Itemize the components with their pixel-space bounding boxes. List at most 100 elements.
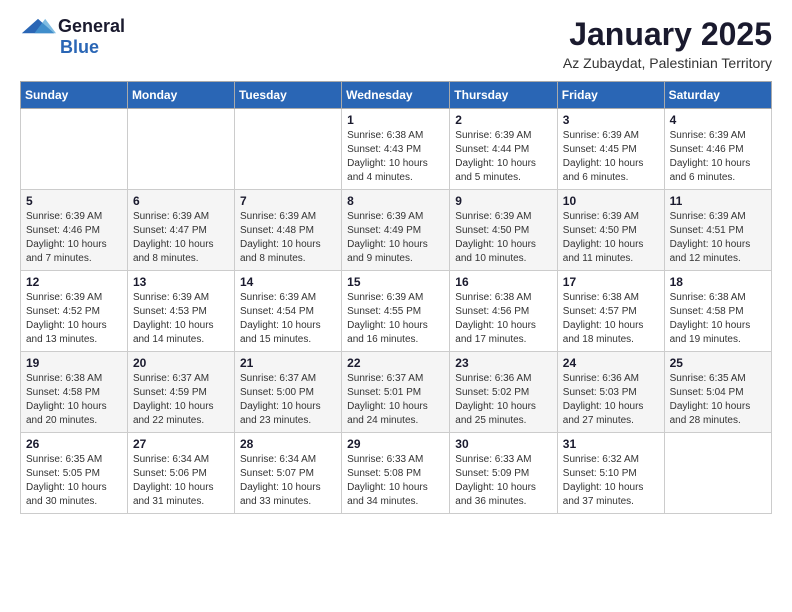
calendar-cell [234,109,341,190]
calendar-cell [127,109,234,190]
cell-info: Sunrise: 6:39 AMSunset: 4:49 PMDaylight:… [347,210,444,266]
calendar-cell: 25Sunrise: 6:35 AMSunset: 5:04 PMDayligh… [664,352,771,433]
cell-info: Sunrise: 6:34 AMSunset: 5:06 PMDaylight:… [133,453,229,509]
calendar-cell: 18Sunrise: 6:38 AMSunset: 4:58 PMDayligh… [664,271,771,352]
cell-info: Sunrise: 6:33 AMSunset: 5:09 PMDaylight:… [455,453,552,509]
calendar-cell: 8 Sunrise: 6:39 AMSunset: 4:49 PMDaylight… [342,190,450,271]
calendar-cell: 10 Sunrise: 6:39 AMSunset: 4:50 PMDayligh… [557,190,664,271]
logo-icon [20,17,56,37]
calendar-cell: 24 Sunrise: 6:36 AMSunset: 5:03 PMDayligh… [557,352,664,433]
cell-date: 14 [240,275,336,289]
cell-info: Sunrise: 6:39 AMSunset: 4:45 PMDaylight:… [563,129,659,185]
cell-date: 9 [455,194,552,208]
calendar-cell: 14 Sunrise: 6:39 AMSunset: 4:54 PMDayligh… [234,271,341,352]
cell-info: Sunrise: 6:39 AMSunset: 4:55 PMDaylight:… [347,291,444,347]
cell-info: Sunrise: 6:39 AMSunset: 4:50 PMDaylight:… [455,210,552,266]
cell-date: 29 [347,437,444,451]
calendar-cell: 13 Sunrise: 6:39 AMSunset: 4:53 PMDayligh… [127,271,234,352]
cell-info: Sunrise: 6:37 AMSunset: 5:00 PMDaylight:… [240,372,336,428]
cell-info: Sunrise: 6:37 AMSunset: 4:59 PMDaylight:… [133,372,229,428]
cell-info: Sunrise: 6:38 AMSunset: 4:43 PMDaylight:… [347,129,444,185]
logo-general-text: General [58,16,125,37]
calendar-cell: 21 Sunrise: 6:37 AMSunset: 5:00 PMDayligh… [234,352,341,433]
cell-date: 4 [670,113,766,127]
cell-date: 13 [133,275,229,289]
cell-info: Sunrise: 6:39 AMSunset: 4:52 PMDaylight:… [26,291,122,347]
day-header-monday: Monday [127,82,234,109]
cell-info: Sunrise: 6:38 AMSunset: 4:57 PMDaylight:… [563,291,659,347]
day-header-tuesday: Tuesday [234,82,341,109]
cell-date: 16 [455,275,552,289]
calendar-cell: 23 Sunrise: 6:36 AMSunset: 5:02 PMDayligh… [450,352,558,433]
calendar-cell: 31Sunrise: 6:32 AMSunset: 5:10 PMDayligh… [557,433,664,514]
day-header-saturday: Saturday [664,82,771,109]
calendar-cell [664,433,771,514]
cell-info: Sunrise: 6:39 AMSunset: 4:53 PMDaylight:… [133,291,229,347]
calendar-cell: 16 Sunrise: 6:38 AMSunset: 4:56 PMDayligh… [450,271,558,352]
cell-date: 5 [26,194,122,208]
cell-date: 17 [563,275,659,289]
day-header-friday: Friday [557,82,664,109]
cell-date: 15 [347,275,444,289]
cell-info: Sunrise: 6:39 AMSunset: 4:47 PMDaylight:… [133,210,229,266]
calendar-subtitle: Az Zubaydat, Palestinian Territory [563,55,772,71]
cell-date: 8 [347,194,444,208]
calendar-cell: 5Sunrise: 6:39 AMSunset: 4:46 PMDaylight… [21,190,128,271]
cell-date: 30 [455,437,552,451]
cell-date: 23 [455,356,552,370]
calendar-cell: 3 Sunrise: 6:39 AMSunset: 4:45 PMDaylight… [557,109,664,190]
cell-info: Sunrise: 6:35 AMSunset: 5:04 PMDaylight:… [670,372,766,428]
cell-info: Sunrise: 6:36 AMSunset: 5:03 PMDaylight:… [563,372,659,428]
cell-date: 22 [347,356,444,370]
cell-date: 20 [133,356,229,370]
calendar-cell: 6 Sunrise: 6:39 AMSunset: 4:47 PMDaylight… [127,190,234,271]
calendar-cell: 29 Sunrise: 6:33 AMSunset: 5:08 PMDayligh… [342,433,450,514]
cell-info: Sunrise: 6:39 AMSunset: 4:54 PMDaylight:… [240,291,336,347]
logo-blue-text: Blue [60,37,99,58]
calendar-week-1: 1 Sunrise: 6:38 AMSunset: 4:43 PMDaylight… [21,109,772,190]
cell-date: 24 [563,356,659,370]
calendar-cell: 7Sunrise: 6:39 AMSunset: 4:48 PMDaylight… [234,190,341,271]
cell-date: 27 [133,437,229,451]
cell-info: Sunrise: 6:39 AMSunset: 4:50 PMDaylight:… [563,210,659,266]
calendar-cell: 27 Sunrise: 6:34 AMSunset: 5:06 PMDayligh… [127,433,234,514]
cell-info: Sunrise: 6:39 AMSunset: 4:46 PMDaylight:… [670,129,766,185]
cell-date: 28 [240,437,336,451]
calendar-cell: 19Sunrise: 6:38 AMSunset: 4:58 PMDayligh… [21,352,128,433]
calendar-cell: 30 Sunrise: 6:33 AMSunset: 5:09 PMDayligh… [450,433,558,514]
cell-info: Sunrise: 6:38 AMSunset: 4:56 PMDaylight:… [455,291,552,347]
calendar-cell: 26Sunrise: 6:35 AMSunset: 5:05 PMDayligh… [21,433,128,514]
calendar-table: SundayMondayTuesdayWednesdayThursdayFrid… [20,81,772,514]
cell-date: 26 [26,437,122,451]
calendar-cell: 11 Sunrise: 6:39 AMSunset: 4:51 PMDayligh… [664,190,771,271]
cell-info: Sunrise: 6:32 AMSunset: 5:10 PMDaylight:… [563,453,659,509]
calendar-header-row: SundayMondayTuesdayWednesdayThursdayFrid… [21,82,772,109]
logo: General Blue [20,16,125,58]
day-header-sunday: Sunday [21,82,128,109]
cell-date: 1 [347,113,444,127]
cell-date: 11 [670,194,766,208]
cell-info: Sunrise: 6:36 AMSunset: 5:02 PMDaylight:… [455,372,552,428]
cell-info: Sunrise: 6:34 AMSunset: 5:07 PMDaylight:… [240,453,336,509]
cell-date: 3 [563,113,659,127]
cell-date: 10 [563,194,659,208]
calendar-cell: 9 Sunrise: 6:39 AMSunset: 4:50 PMDaylight… [450,190,558,271]
cell-date: 2 [455,113,552,127]
calendar-cell: 22 Sunrise: 6:37 AMSunset: 5:01 PMDayligh… [342,352,450,433]
header: General Blue January 2025 Az Zubaydat, P… [20,16,772,71]
cell-info: Sunrise: 6:37 AMSunset: 5:01 PMDaylight:… [347,372,444,428]
cell-date: 21 [240,356,336,370]
cell-date: 7 [240,194,336,208]
calendar-cell: 15 Sunrise: 6:39 AMSunset: 4:55 PMDayligh… [342,271,450,352]
cell-info: Sunrise: 6:39 AMSunset: 4:51 PMDaylight:… [670,210,766,266]
calendar-cell: 17 Sunrise: 6:38 AMSunset: 4:57 PMDayligh… [557,271,664,352]
calendar-cell [21,109,128,190]
cell-info: Sunrise: 6:33 AMSunset: 5:08 PMDaylight:… [347,453,444,509]
day-header-wednesday: Wednesday [342,82,450,109]
calendar-week-5: 26Sunrise: 6:35 AMSunset: 5:05 PMDayligh… [21,433,772,514]
calendar-cell: 28 Sunrise: 6:34 AMSunset: 5:07 PMDayligh… [234,433,341,514]
cell-date: 6 [133,194,229,208]
calendar-week-2: 5Sunrise: 6:39 AMSunset: 4:46 PMDaylight… [21,190,772,271]
calendar-cell: 2Sunrise: 6:39 AMSunset: 4:44 PMDaylight… [450,109,558,190]
cell-date: 12 [26,275,122,289]
